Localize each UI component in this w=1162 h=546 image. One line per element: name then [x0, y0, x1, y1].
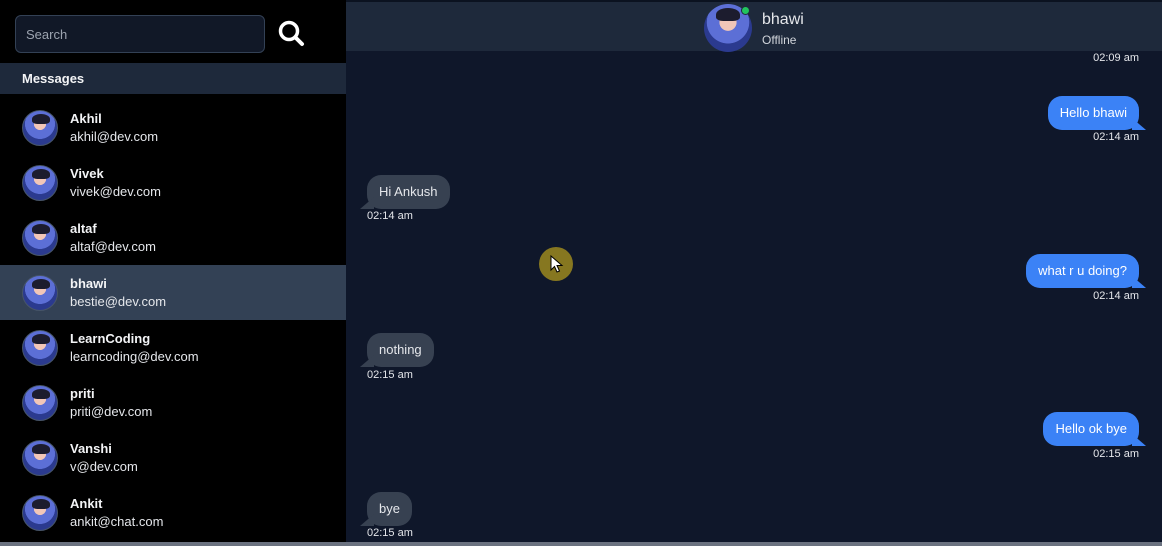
sidebar: Messages Akhil akhil@dev.com Vivek vivek…	[0, 0, 346, 546]
mouse-pointer-icon	[550, 255, 564, 273]
message-time: 02:15 am	[1093, 448, 1139, 460]
contact-item-vivek[interactable]: Vivek vivek@dev.com	[0, 155, 346, 210]
chat-header-avatar[interactable]	[704, 4, 752, 52]
contact-email: learncoding@dev.com	[70, 348, 199, 364]
avatar	[22, 439, 58, 476]
message-time: 02:09 am	[1093, 52, 1139, 64]
online-indicator-icon	[741, 6, 750, 15]
contact-item-ankit[interactable]: Ankit ankit@chat.com	[0, 485, 346, 540]
avatar	[22, 329, 58, 366]
bottom-edge	[0, 542, 1162, 546]
contact-email: altaf@dev.com	[70, 238, 156, 254]
messages-header: Messages	[0, 63, 346, 94]
contact-name: Vanshi	[70, 440, 112, 456]
contact-email: priti@dev.com	[70, 403, 153, 419]
chat-header: bhawi Offline	[346, 0, 1162, 52]
contact-email: ankit@chat.com	[70, 513, 164, 529]
contact-email: bestie@dev.com	[70, 293, 167, 309]
contact-email: akhil@dev.com	[70, 128, 159, 144]
message-bubble-outgoing: Hello bhawi	[1047, 96, 1139, 130]
contact-email: vivek@dev.com	[70, 183, 161, 199]
message-time: 02:14 am	[1093, 290, 1139, 302]
contact-name: LearnCoding	[70, 330, 151, 346]
contact-email: v@dev.com	[70, 458, 138, 474]
contact-item-priti[interactable]: priti priti@dev.com	[0, 375, 346, 430]
contact-name: altaf	[70, 220, 97, 236]
chat-contact-status: Offline	[762, 33, 797, 47]
contact-list: Akhil akhil@dev.com Vivek vivek@dev.com …	[0, 100, 346, 540]
message-time: 02:14 am	[1093, 131, 1139, 143]
chat-panel: bhawi Offline 02:09 am Hello bhawi 02:14…	[346, 0, 1162, 546]
contact-name: Ankit	[70, 495, 103, 511]
avatar	[22, 494, 58, 531]
avatar	[22, 274, 58, 311]
contact-name: Akhil	[70, 110, 102, 126]
message-time: 02:15 am	[367, 369, 413, 381]
chat-app: Messages Akhil akhil@dev.com Vivek vivek…	[0, 0, 1162, 546]
avatar	[22, 384, 58, 421]
contact-item-bhawi[interactable]: bhawi bestie@dev.com	[0, 265, 346, 320]
avatar	[22, 109, 58, 146]
contact-name: priti	[70, 385, 95, 401]
message-bubble-incoming: bye	[367, 492, 412, 526]
contact-name: bhawi	[70, 275, 107, 291]
contact-item-learncoding[interactable]: LearnCoding learncoding@dev.com	[0, 320, 346, 375]
chat-contact-name: bhawi	[762, 11, 804, 28]
message-time: 02:14 am	[367, 210, 413, 222]
contact-item-altaf[interactable]: altaf altaf@dev.com	[0, 210, 346, 265]
avatar	[22, 219, 58, 256]
search-button[interactable]	[276, 18, 306, 48]
contact-name: Vivek	[70, 165, 104, 181]
search-icon	[278, 20, 304, 46]
message-bubble-incoming: nothing	[367, 333, 434, 367]
message-time: 02:15 am	[367, 527, 413, 539]
message-bubble-outgoing: what r u doing?	[1026, 254, 1139, 288]
contact-item-vanshi[interactable]: Vanshi v@dev.com	[0, 430, 346, 485]
contact-item-akhil[interactable]: Akhil akhil@dev.com	[0, 100, 346, 155]
avatar	[22, 164, 58, 201]
message-bubble-incoming: Hi Ankush	[367, 175, 450, 209]
search-input[interactable]	[15, 15, 265, 53]
message-bubble-outgoing: Hello ok bye	[1043, 412, 1139, 446]
search-bar	[0, 0, 346, 63]
